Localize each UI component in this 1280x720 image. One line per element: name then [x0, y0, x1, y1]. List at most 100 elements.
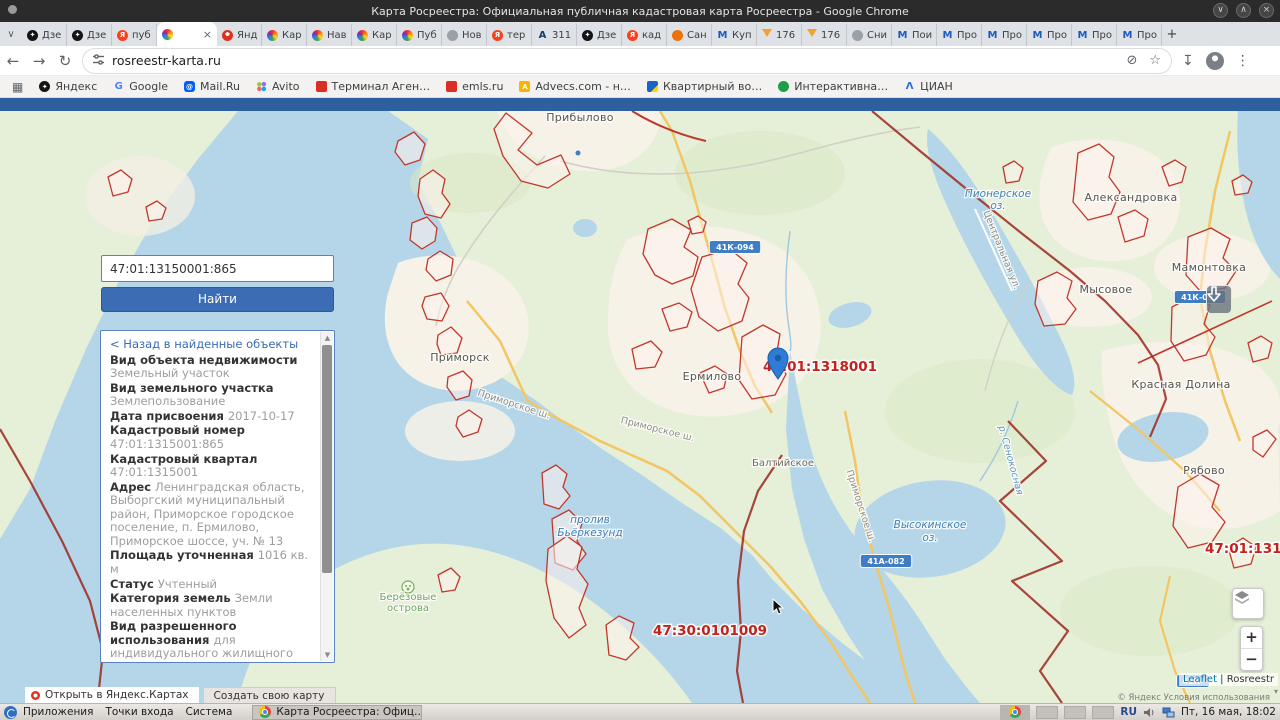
bookmark-label: Advecs.com - н…	[535, 80, 631, 93]
parcel-field-row: Кадастровый квартал 47:01:1315001	[110, 453, 316, 480]
tab-3[interactable]: ×	[157, 22, 217, 46]
back-to-results-link[interactable]: < Назад в найденные объекты	[110, 338, 316, 352]
open-in-yandex-maps-button[interactable]: Открыть в Яндекс.Картах	[25, 687, 199, 703]
bookmark-star-icon[interactable]: ☆	[1149, 53, 1161, 68]
yandex-maps-icon	[31, 691, 40, 700]
window-minimize-button[interactable]: ∨	[1213, 3, 1228, 18]
bookmark-4[interactable]: Терминал Аген…	[316, 80, 431, 93]
tab-10[interactable]: Ятер	[487, 24, 532, 46]
leaflet-link[interactable]: Leaflet	[1183, 674, 1217, 685]
downloads-icon[interactable]: ↧	[1182, 53, 1194, 69]
tab-label: Пуб	[417, 30, 437, 41]
tab-search-chevron-icon[interactable]: ∨	[0, 24, 22, 46]
tray-item[interactable]	[1064, 706, 1086, 719]
window-close-button[interactable]: ×	[1259, 3, 1274, 18]
tab-close-icon[interactable]: ×	[203, 28, 212, 41]
tab-17[interactable]: 176	[802, 24, 847, 46]
password-blocked-icon[interactable]: ⊘	[1126, 53, 1137, 68]
tab-20[interactable]: МПро	[937, 24, 982, 46]
tab-label: тер	[507, 30, 525, 41]
scrollbar-thumb[interactable]	[322, 345, 332, 573]
tab-22[interactable]: МПро	[1027, 24, 1072, 46]
layers-button[interactable]	[1232, 588, 1264, 619]
bookmark-6[interactable]: AAdvecs.com - н…	[519, 80, 631, 93]
taskbar-menu-system[interactable]: Система	[180, 706, 239, 718]
bookmark-1[interactable]: GGoogle	[113, 80, 168, 93]
profile-avatar[interactable]	[1206, 52, 1224, 70]
parcel-field-row: Площадь уточненная 1016 кв. м	[110, 549, 316, 576]
ya-favicon-icon: Я	[627, 30, 638, 41]
map-label: Пионерское	[965, 188, 1031, 200]
bookmark-label: ЦИАН	[920, 80, 953, 93]
tab-11[interactable]: А311	[532, 24, 577, 46]
back-icon[interactable]: ←	[0, 52, 26, 70]
scroll-up-arrow-icon[interactable]: ▲	[321, 332, 334, 344]
map-label: Высокинское	[894, 519, 967, 531]
scroll-down-hint-button[interactable]	[1206, 285, 1232, 314]
site-settings-icon[interactable]	[93, 54, 104, 68]
tab-23[interactable]: МПро	[1072, 24, 1117, 46]
panel-scrollbar[interactable]: ▲ ▼	[320, 332, 333, 661]
dzen-favicon-icon: ✦	[582, 30, 593, 41]
tabs-container: ✦Дзе✦ДзеЯпуб×ЯндКарНавКарПубНовЯтерА311✦…	[22, 22, 1162, 46]
tab-21[interactable]: МПро	[982, 24, 1027, 46]
bookmark-8[interactable]: Интерактивна…	[778, 80, 888, 93]
pinwheel-favicon-icon	[357, 30, 368, 41]
bookmark-3[interactable]: Avito	[256, 80, 300, 93]
volume-icon[interactable]	[1143, 706, 1156, 719]
tab-0[interactable]: ✦Дзе	[22, 24, 67, 46]
parcel-field-row: Кадастровый номер 47:01:1315001:865	[110, 424, 316, 451]
map-canvas[interactable]: ПрибыловоПриморскЕрмиловоБалтийскоеАлекс…	[0, 111, 1280, 703]
distro-menu-icon[interactable]	[4, 706, 17, 719]
tab-4[interactable]: Янд	[217, 24, 262, 46]
taskbar-window-button[interactable]: Карта Росреестра: Офиц…	[252, 705, 422, 720]
bookmark-2[interactable]: @Mail.Ru	[184, 80, 240, 93]
tab-label: Сни	[867, 30, 887, 41]
tray-item[interactable]	[1092, 706, 1114, 719]
network-icon[interactable]	[1162, 706, 1175, 719]
search-button[interactable]: Найти	[101, 287, 334, 312]
forward-icon[interactable]: →	[26, 52, 52, 70]
yandex-attribution[interactable]: © Яндекс Условия использования	[1117, 693, 1270, 703]
bookmark-5[interactable]: emls.ru	[446, 80, 503, 93]
tab-14[interactable]: Сан	[667, 24, 712, 46]
apps-grid-icon[interactable]: ▦	[12, 80, 23, 94]
tab-24[interactable]: МПро	[1117, 24, 1162, 46]
mblue-favicon-icon: М	[1032, 30, 1043, 41]
tab-5[interactable]: Кар	[262, 24, 307, 46]
zoom-in-button[interactable]: +	[1241, 627, 1262, 649]
tab-8[interactable]: Пуб	[397, 24, 442, 46]
bookmark-7[interactable]: Квартирный во…	[647, 80, 762, 93]
tab-1[interactable]: ✦Дзе	[67, 24, 112, 46]
cadastral-search-input[interactable]	[101, 255, 334, 282]
tab-19[interactable]: МПои	[892, 24, 937, 46]
window-maximize-button[interactable]: ∧	[1236, 3, 1251, 18]
new-tab-button[interactable]: +	[1162, 24, 1182, 46]
reload-icon[interactable]: ↻	[52, 52, 78, 70]
tab-16[interactable]: 176	[757, 24, 802, 46]
tab-label: Дзе	[87, 30, 106, 41]
taskbar-clock[interactable]: Пт, 16 мая, 18:02	[1181, 706, 1276, 718]
taskbar-menu-applications[interactable]: Приложения	[17, 706, 99, 718]
tray-item[interactable]	[1036, 706, 1058, 719]
zoom-out-button[interactable]: −	[1241, 649, 1262, 671]
address-bar[interactable]: rosreestr-karta.ru ⊘ ☆	[82, 48, 1172, 74]
tab-2[interactable]: Япуб	[112, 24, 157, 46]
tab-7[interactable]: Кар	[352, 24, 397, 46]
tab-15[interactable]: МКуп	[712, 24, 757, 46]
tab-6[interactable]: Нав	[307, 24, 352, 46]
bookmark-label: Google	[129, 80, 168, 93]
bookmark-9[interactable]: ΛЦИАН	[904, 80, 953, 93]
scroll-down-arrow-icon[interactable]: ▼	[321, 649, 334, 661]
tab-9[interactable]: Нов	[442, 24, 487, 46]
tab-18[interactable]: Сни	[847, 24, 892, 46]
menu-kebab-icon[interactable]: ⋮	[1236, 53, 1250, 69]
taskbar-menu-places[interactable]: Точки входа	[99, 706, 179, 718]
keyboard-layout-indicator[interactable]: RU	[1120, 706, 1137, 718]
window-preview-tile[interactable]	[1000, 705, 1030, 720]
attribution-caret-icon[interactable]: ▾	[1274, 687, 1278, 696]
bookmark-0[interactable]: ✦Яндекс	[39, 80, 97, 93]
tab-12[interactable]: ✦Дзе	[577, 24, 622, 46]
tab-13[interactable]: Якад	[622, 24, 667, 46]
create-own-map-button[interactable]: Создать свою карту	[203, 687, 336, 703]
